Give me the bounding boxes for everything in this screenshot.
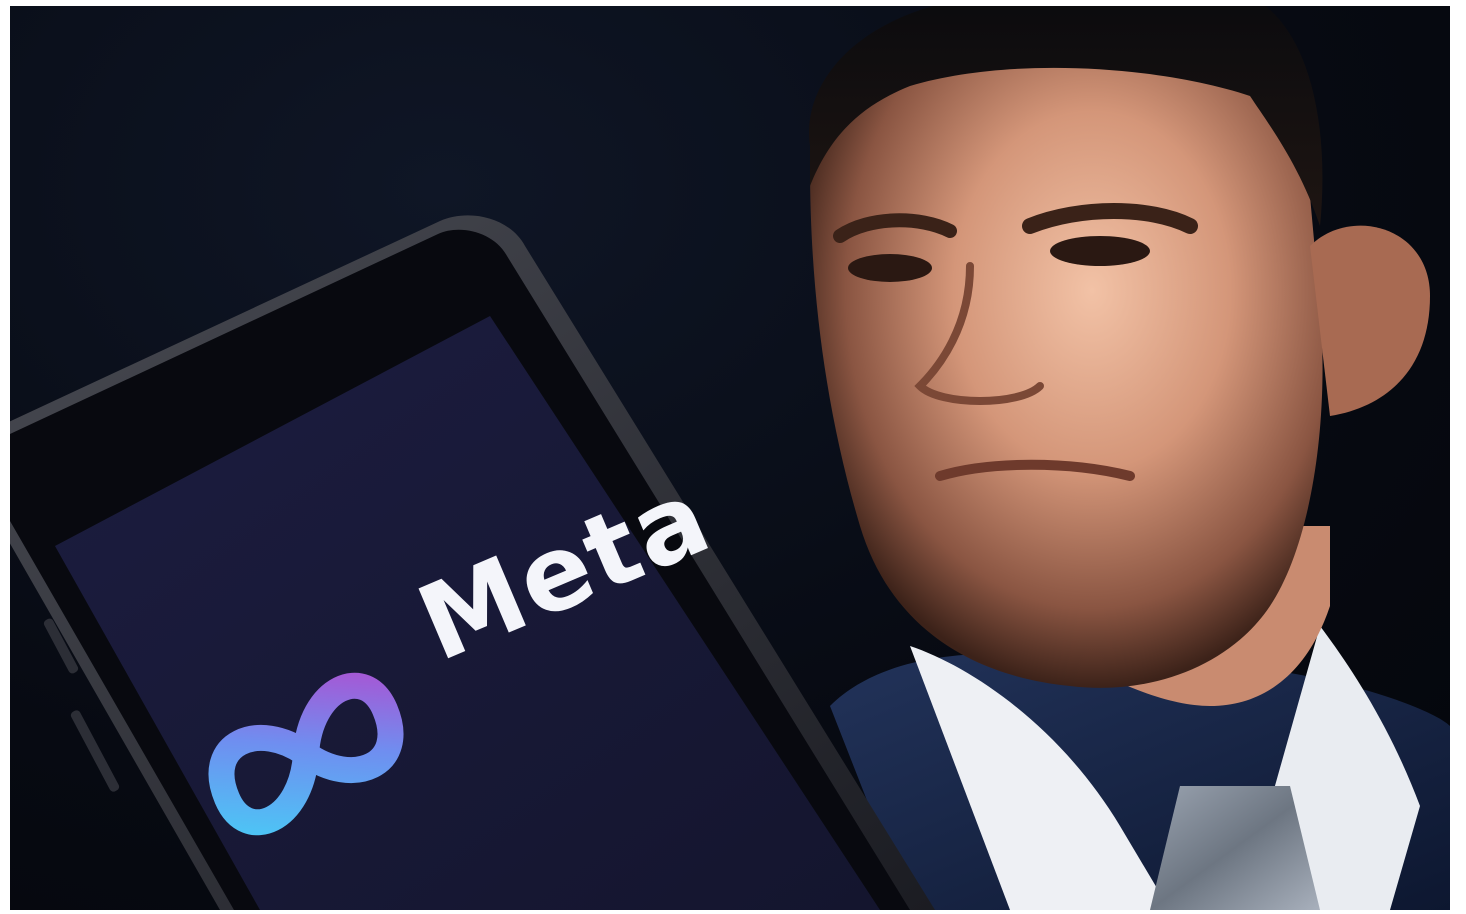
- right-eye: [1050, 236, 1150, 266]
- left-eye: [848, 254, 932, 282]
- photo-frame: Meta: [10, 6, 1450, 910]
- face: [810, 26, 1323, 688]
- ear: [1310, 225, 1430, 416]
- photo-scene: [10, 6, 1450, 910]
